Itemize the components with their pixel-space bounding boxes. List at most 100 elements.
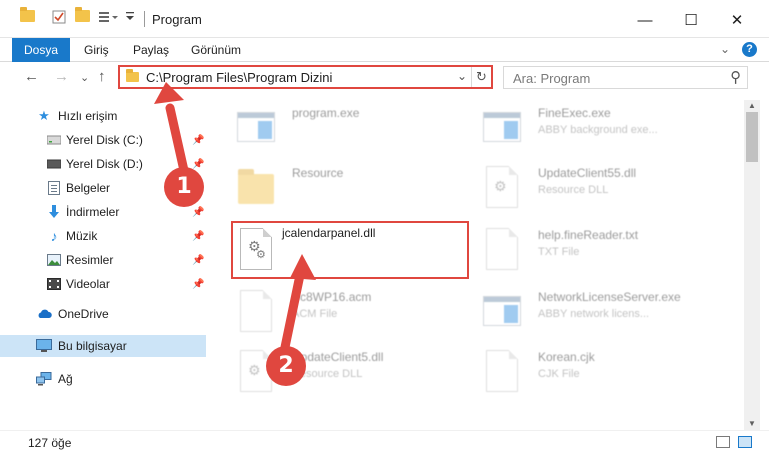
tab-home[interactable]: Giriş xyxy=(84,43,109,57)
file-item[interactable]: FineExec.exe ABBY background exe... xyxy=(482,100,722,158)
file-icon xyxy=(482,226,522,274)
file-name: Resource xyxy=(292,166,344,180)
nav-quick-access[interactable]: ★ Hızlı erişim xyxy=(0,105,206,127)
nav-label: OneDrive xyxy=(58,307,109,321)
file-description: ACM File xyxy=(292,308,338,320)
dll-icon: ⚙ xyxy=(482,164,522,212)
status-bar: 127 öğe xyxy=(0,430,769,452)
nav-label: Müzik xyxy=(66,229,98,243)
file-description: TXT File xyxy=(538,246,580,258)
folder-icon xyxy=(236,164,276,212)
details-view-icon[interactable] xyxy=(716,436,730,448)
title-bar: Program — ☐ ✕ xyxy=(0,0,769,38)
exe-icon xyxy=(482,104,522,152)
documents-icon xyxy=(46,181,62,195)
tab-file[interactable]: Dosya xyxy=(12,38,70,62)
back-button[interactable]: ← xyxy=(24,68,39,85)
expand-ribbon-icon[interactable]: ⌄ xyxy=(720,42,730,56)
navigation-pane: ★ Hızlı erişim Yerel Disk (C:) 📌 Yerel D… xyxy=(0,100,208,430)
file-description: CJK File xyxy=(538,368,580,380)
nav-onedrive[interactable]: OneDrive xyxy=(0,303,206,325)
properties-icon[interactable] xyxy=(52,10,66,24)
file-item[interactable]: Korean.cjk CJK File xyxy=(482,344,722,402)
file-description: ABBY background exe... xyxy=(538,124,658,136)
customize-icon[interactable] xyxy=(98,10,120,24)
close-button[interactable]: ✕ xyxy=(714,6,760,34)
quick-access-dropdown-icon[interactable] xyxy=(124,10,136,22)
minimize-button[interactable]: — xyxy=(622,6,668,34)
nav-label: İndirmeler xyxy=(66,205,120,219)
file-item[interactable]: Resource xyxy=(236,160,476,218)
file-name: Sc8WP16.acm xyxy=(292,290,372,304)
nav-label: Yerel Disk (C:) xyxy=(66,133,143,147)
file-item[interactable]: help.fineReader.txt TXT File xyxy=(482,222,722,280)
address-path[interactable]: C:\Program Files\Program Dizini xyxy=(146,70,332,85)
item-count: 127 öğe xyxy=(28,436,72,450)
large-icons-view-icon[interactable] xyxy=(738,436,752,448)
cloud-icon xyxy=(36,307,52,321)
file-name: UpdateClient55.dll xyxy=(538,166,637,180)
file-icon xyxy=(236,288,276,336)
scroll-up-icon[interactable]: ▲ xyxy=(744,100,760,112)
file-item[interactable]: NetworkLicenseServer.exe ABBY network li… xyxy=(482,284,722,342)
star-icon: ★ xyxy=(38,108,50,123)
file-name: Korean.cjk xyxy=(538,350,595,364)
file-description: Resource DLL xyxy=(538,184,609,196)
nav-item-drive-c[interactable]: Yerel Disk (C:) 📌 xyxy=(0,129,206,151)
drive-icon xyxy=(46,157,62,171)
file-name: help.fineReader.txt xyxy=(538,228,639,242)
forward-button[interactable]: → xyxy=(54,68,69,85)
window-title: Program xyxy=(152,12,202,27)
exe-icon xyxy=(236,104,276,152)
pin-icon: 📌 xyxy=(192,134,205,146)
search-input[interactable]: Ara: Program xyxy=(513,71,590,86)
file-name: NetworkLicenseServer.exe xyxy=(538,290,681,304)
file-item[interactable]: Sc8WP16.acm ACM File xyxy=(236,284,476,342)
file-icon xyxy=(482,348,522,396)
scroll-thumb[interactable] xyxy=(746,112,758,162)
nav-label: Hızlı erişim xyxy=(58,109,118,123)
nav-label: Resimler xyxy=(66,253,114,267)
exe-icon xyxy=(482,288,522,336)
scroll-down-icon[interactable]: ▼ xyxy=(744,418,760,430)
address-bar[interactable]: C:\Program Files\Program Dizini ⌄ ↻ xyxy=(118,65,493,89)
address-row: ← → ⌄ ↑ C:\Program Files\Program Dizini … xyxy=(0,62,769,94)
pin-icon: 📌 xyxy=(192,278,205,290)
maximize-button[interactable]: ☐ xyxy=(668,6,714,34)
tab-view[interactable]: Görünüm xyxy=(191,43,241,57)
nav-item-music[interactable]: ♪ Müzik 📌 xyxy=(0,225,206,247)
nav-this-pc[interactable]: Bu bilgisayar xyxy=(0,335,206,357)
file-item[interactable]: ⚙ UpdateClient55.dll Resource DLL xyxy=(482,160,722,218)
videos-icon xyxy=(46,277,62,291)
pin-icon: 📌 xyxy=(192,230,205,242)
folder-icon[interactable] xyxy=(20,7,35,22)
tab-share[interactable]: Paylaş xyxy=(133,43,169,57)
computer-icon xyxy=(36,339,52,353)
nav-label: Bu bilgisayar xyxy=(58,339,127,353)
step-1-badge: 1 xyxy=(164,167,204,207)
vertical-scrollbar[interactable]: ▲ ▼ xyxy=(744,100,760,430)
nav-label: Ağ xyxy=(58,372,73,386)
highlight-box xyxy=(231,221,469,279)
download-icon xyxy=(46,205,62,219)
address-dropdown-icon[interactable]: ⌄ xyxy=(457,69,467,83)
title-separator xyxy=(144,11,145,27)
search-icon[interactable]: ⚲ xyxy=(730,68,741,86)
nav-item-videos[interactable]: Videolar 📌 xyxy=(0,273,206,295)
up-button[interactable]: ↑ xyxy=(98,68,106,85)
music-icon: ♪ xyxy=(50,228,58,244)
nav-label: Videolar xyxy=(66,277,110,291)
nav-item-pictures[interactable]: Resimler 📌 xyxy=(0,249,206,271)
recent-locations-button[interactable]: ⌄ xyxy=(80,71,89,84)
nav-network[interactable]: Ağ xyxy=(0,368,206,390)
file-item[interactable]: program.exe xyxy=(236,100,476,158)
step-2-badge: 2 xyxy=(266,346,306,386)
ribbon-tabs: Dosya Giriş Paylaş Görünüm ⌄ ? xyxy=(0,38,769,62)
new-folder-icon[interactable] xyxy=(75,7,90,22)
pin-icon: 📌 xyxy=(192,254,205,266)
refresh-button[interactable]: ↻ xyxy=(471,67,491,87)
file-description: ABBY network licens... xyxy=(538,308,650,320)
help-icon[interactable]: ? xyxy=(742,42,757,57)
search-box[interactable]: Ara: Program ⚲ xyxy=(503,66,748,89)
file-name: program.exe xyxy=(292,106,360,120)
